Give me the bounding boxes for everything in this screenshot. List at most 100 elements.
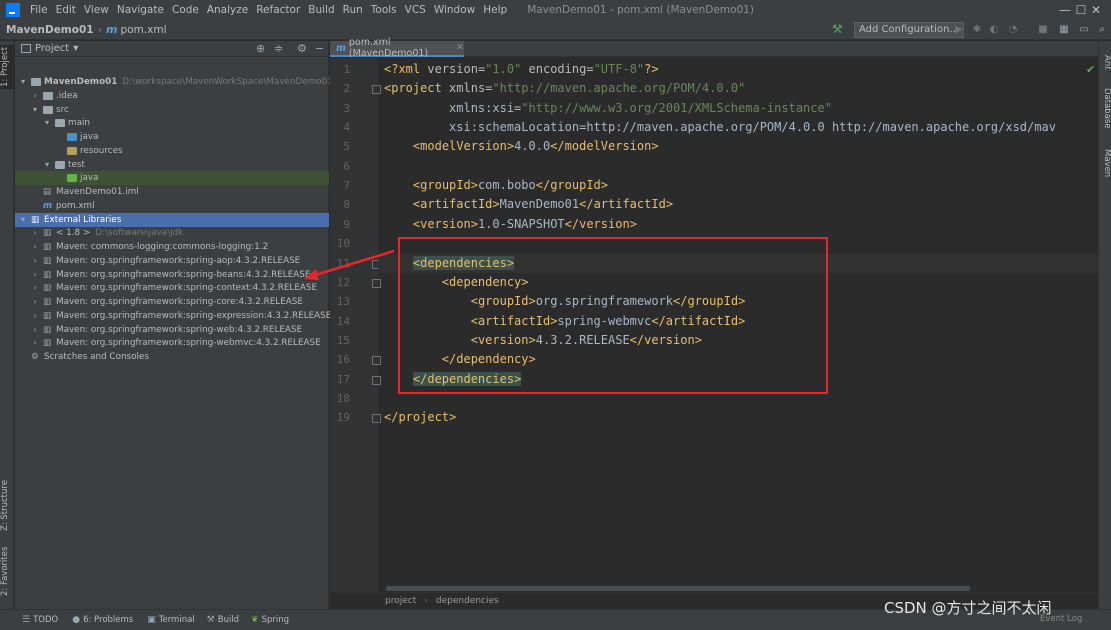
project-tree-item[interactable]: › ▥ Maven: org.springframework:spring-webm…	[15, 336, 329, 350]
menu-code[interactable]: Code	[168, 4, 203, 16]
favorites-tool-tab[interactable]: 2: Favorites	[0, 546, 14, 596]
stop-icon[interactable]: ■	[1037, 23, 1049, 37]
line-number: 15	[336, 333, 350, 347]
add-configuration-button[interactable]: Add Configuration...	[854, 22, 964, 38]
chevron-right-icon[interactable]: ›	[31, 254, 39, 268]
gear-icon[interactable]: ⚙	[297, 42, 307, 55]
locate-icon[interactable]: ⊕	[256, 42, 265, 55]
menu-tools[interactable]: Tools	[367, 4, 401, 16]
project-tree-item[interactable]: › ▥ Maven: org.springframework:spring-aop:…	[15, 254, 329, 268]
menu-edit[interactable]: Edit	[52, 4, 80, 16]
horizontal-scrollbar[interactable]	[386, 586, 970, 591]
project-tree-item[interactable]: resources	[15, 144, 329, 158]
editor-tab-pom[interactable]: m pom.xml (MavenDemo01) ✕	[330, 37, 464, 59]
menu-help[interactable]: Help	[479, 4, 511, 16]
code-line[interactable]: <groupId>com.bobo</groupId>	[384, 176, 608, 195]
project-tool-tab[interactable]: 1: Project	[0, 45, 14, 89]
chevron-down-icon[interactable]: ▾	[73, 43, 78, 54]
project-tree-item[interactable]: › ▥ Maven: org.springframework:spring-web:…	[15, 323, 329, 337]
chevron-right-icon[interactable]: ›	[31, 240, 39, 254]
chevron-down-icon[interactable]: ▾	[31, 103, 39, 117]
project-tree-item[interactable]: java	[15, 171, 329, 186]
line-number: 2	[343, 82, 350, 96]
chevron-right-icon[interactable]: ›	[31, 226, 39, 240]
menu-vcs[interactable]: VCS	[401, 4, 430, 16]
code-line[interactable]: <?xml version="1.0" encoding="UTF-8"?>	[384, 60, 659, 79]
chevron-down-icon[interactable]: ▾	[43, 158, 51, 172]
project-tree-item[interactable]: › .idea	[15, 89, 329, 103]
ant-tool-tab[interactable]: Ant	[1099, 51, 1111, 73]
project-structure-icon[interactable]: ▦	[1058, 23, 1070, 37]
project-tree-item[interactable]: ▾ test	[15, 158, 329, 172]
collapse-all-icon[interactable]: ≑	[274, 42, 283, 55]
library-icon: ▥	[43, 324, 52, 335]
menu-file[interactable]: File	[26, 4, 52, 16]
build-hammer-icon[interactable]: ⚒	[832, 22, 843, 36]
terminal-tool-button[interactable]: ▣ Terminal	[147, 615, 194, 625]
code-line[interactable]: </project>	[384, 408, 456, 427]
code-line[interactable]: xsi:schemaLocation=http://maven.apache.o…	[384, 118, 1056, 137]
project-tree-item[interactable]: › ▥ Maven: commons-logging:commons-logging…	[15, 240, 329, 254]
project-tree-item[interactable]: m pom.xml	[15, 199, 329, 213]
debug-icon[interactable]: ✱	[971, 23, 983, 37]
hide-panel-icon[interactable]: −	[315, 42, 324, 55]
close-tab-icon[interactable]: ✕	[456, 43, 464, 53]
nav-file-crumb[interactable]: pom.xml	[120, 24, 166, 36]
coverage-icon[interactable]: ◐	[988, 23, 1000, 37]
project-tree-item[interactable]: java	[15, 130, 329, 144]
todo-tool-button[interactable]: ☰ TODO	[22, 615, 58, 625]
chevron-right-icon[interactable]: ›	[31, 309, 39, 323]
menu-navigate[interactable]: Navigate	[113, 4, 168, 16]
chevron-right-icon[interactable]: ›	[31, 89, 39, 103]
project-tree-item[interactable]: ▾ main	[15, 116, 329, 130]
menu-run[interactable]: Run	[339, 4, 367, 16]
nav-project-crumb[interactable]: MavenDemo01	[6, 24, 94, 36]
profile-icon[interactable]: ◔	[1007, 23, 1019, 37]
chevron-right-icon[interactable]: ›	[31, 281, 39, 295]
breadcrumb-dependencies[interactable]: dependencies	[436, 596, 499, 606]
library-icon: ▥	[43, 255, 52, 266]
chevron-right-icon[interactable]: ›	[31, 268, 39, 282]
project-tree-item[interactable]: ▾ src	[15, 103, 329, 117]
problems-tool-button[interactable]: ● 6: Problems	[72, 615, 133, 625]
code-line[interactable]: xmlns:xsi="http://www.w3.org/2001/XMLSch…	[384, 99, 832, 118]
line-number: 9	[343, 217, 350, 231]
menu-view[interactable]: View	[80, 4, 113, 16]
chevron-right-icon[interactable]: ›	[31, 295, 39, 309]
run-icon[interactable]: ▶	[953, 23, 965, 37]
code-line[interactable]: <project xmlns="http://maven.apache.org/…	[384, 79, 745, 98]
database-tool-tab[interactable]: Database	[1099, 85, 1111, 131]
project-tree-item[interactable]: ▾ ▥ External Libraries	[15, 212, 329, 227]
code-line[interactable]: <modelVersion>4.0.0</modelVersion>	[384, 137, 659, 156]
layout-icon[interactable]: ▭	[1078, 23, 1090, 37]
chevron-right-icon[interactable]: ›	[31, 323, 39, 337]
chevron-down-icon[interactable]: ▾	[19, 213, 27, 227]
code-line[interactable]: <artifactId>MavenDemo01</artifactId>	[384, 195, 673, 214]
menu-refactor[interactable]: Refactor	[252, 4, 304, 16]
project-tree-item[interactable]: › ▥ Maven: org.springframework:spring-bean…	[15, 268, 329, 282]
project-tree-item[interactable]: ⚙ Scratches and Consoles	[15, 350, 329, 364]
project-tree-item[interactable]: › ▥ Maven: org.springframework:spring-cont…	[15, 281, 329, 295]
chevron-down-icon[interactable]: ▾	[43, 116, 51, 130]
breadcrumb-project[interactable]: project	[385, 596, 416, 606]
search-icon[interactable]: ⌕	[1096, 23, 1108, 37]
spring-tool-button[interactable]: ❦ Spring	[251, 615, 289, 625]
project-tree-item[interactable]: ▾ MavenDemo01 D:\workspace\MavenWorkSpace\…	[15, 75, 333, 89]
project-tree-item[interactable]: › ▥ < 1.8 > D:\software\java\jdk	[15, 226, 329, 240]
breadcrumb-separator-icon: ›	[424, 596, 428, 606]
menu-build[interactable]: Build	[304, 4, 338, 16]
inspection-ok-icon[interactable]: ✔	[1086, 63, 1095, 76]
close-window-button[interactable]: ✕	[1081, 0, 1111, 20]
code-line[interactable]: <version>1.0-SNAPSHOT</version>	[384, 215, 637, 234]
chevron-right-icon[interactable]: ›	[31, 336, 39, 350]
menu-analyze[interactable]: Analyze	[203, 4, 252, 16]
project-view-selector[interactable]: Project	[35, 43, 69, 54]
structure-tool-tab[interactable]: Z: Structure	[0, 479, 14, 533]
project-tree-item[interactable]: › ▥ Maven: org.springframework:spring-core…	[15, 295, 329, 309]
project-tree-item[interactable]: › ▥ Maven: org.springframework:spring-expr…	[15, 309, 331, 323]
chevron-down-icon[interactable]: ▾	[19, 75, 27, 89]
build-tool-button[interactable]: ⚒ Build	[207, 615, 239, 625]
maven-tool-tab[interactable]: Maven	[1099, 145, 1111, 181]
project-tree-item[interactable]: ▤ MavenDemo01.iml	[15, 185, 329, 199]
menu-window[interactable]: Window	[430, 4, 479, 16]
